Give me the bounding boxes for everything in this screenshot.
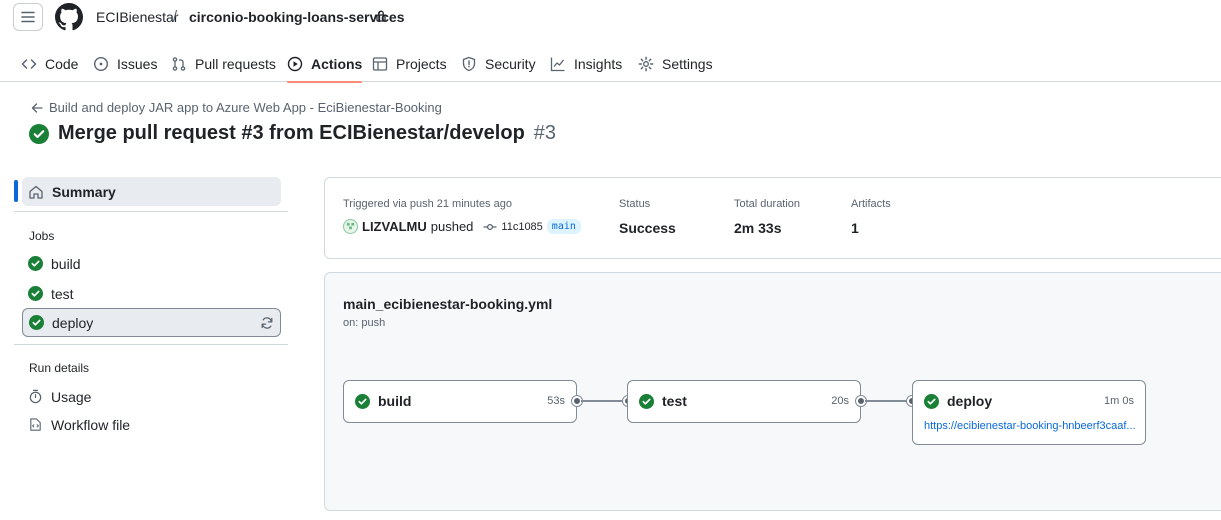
tab-insights[interactable]: Insights	[550, 46, 622, 82]
workflow-trigger: on: push	[343, 317, 386, 329]
deploy-url-link[interactable]: https://ecibienestar-booking-hnbeerf3caa…	[924, 420, 1136, 432]
tab-code-label: Code	[45, 56, 79, 72]
sync-icon[interactable]	[260, 316, 274, 330]
sidebar-jobs-heading: Jobs	[29, 229, 55, 243]
sidebar-item-workflow-file[interactable]: Workflow file	[22, 410, 281, 439]
graph-job-build-name: build	[378, 393, 412, 409]
sidebar-item-job-test[interactable]: test	[22, 279, 281, 308]
selection-indicator	[14, 180, 18, 202]
status-value: Success	[619, 220, 676, 236]
check-circle-fill-icon	[355, 393, 370, 409]
avatar[interactable]	[343, 219, 358, 234]
tab-security-label: Security	[485, 56, 536, 72]
graph-job-test[interactable]: test 20s	[627, 380, 861, 423]
sidebar-summary-label: Summary	[52, 183, 116, 200]
check-circle-fill-icon	[28, 286, 43, 301]
tab-insights-label: Insights	[574, 56, 623, 72]
duration-value: 2m 33s	[734, 220, 782, 236]
file-code-icon	[30, 418, 41, 431]
sidebar-item-job-deploy[interactable]: deploy	[22, 308, 281, 337]
graph-job-test-duration: 20s	[831, 395, 849, 407]
check-circle-fill-icon	[924, 393, 939, 409]
sidebar-item-summary[interactable]: Summary	[22, 177, 281, 206]
run-title: Merge pull request #3 from ECIBienestar/…	[58, 122, 525, 144]
tab-actions-label: Actions	[311, 56, 363, 72]
sidebar-divider	[14, 211, 288, 212]
home-icon	[29, 185, 43, 199]
repo-nav-tabs: Code Issues Pull requests Actions Projec…	[0, 46, 1221, 83]
table-icon	[372, 56, 388, 72]
page-title: Merge pull request #3 from ECIBienestar/…	[29, 122, 556, 145]
graph-job-deploy-name: deploy	[947, 393, 993, 409]
triggered-label: Triggered via push 21 minutes ago	[343, 198, 512, 210]
code-icon	[21, 56, 37, 72]
tab-pull-requests[interactable]: Pull requests	[171, 46, 276, 82]
commit-sha[interactable]: 11c1085	[501, 221, 542, 233]
workflow-name: Build and deploy JAR app to Azure Web Ap…	[49, 100, 442, 115]
arrow-left-icon	[31, 102, 43, 113]
run-summary-card: Triggered via push 21 minutes ago LIZVAL…	[324, 177, 1221, 259]
actor-name[interactable]: LIZVALMU	[362, 219, 427, 234]
tab-security[interactable]: Security	[461, 46, 536, 82]
run-number: #3	[533, 122, 557, 144]
tab-issues-label: Issues	[117, 56, 158, 72]
artifacts-label: Artifacts	[851, 198, 891, 210]
menu-button[interactable]	[13, 3, 43, 31]
git-pull-request-icon	[171, 56, 187, 72]
sidebar-divider	[14, 344, 288, 345]
check-circle-fill-icon	[29, 123, 49, 144]
graph-icon	[550, 56, 566, 72]
git-commit-icon	[483, 223, 497, 230]
play-icon	[287, 56, 303, 72]
job-deploy-label: deploy	[52, 314, 94, 331]
connector-line	[581, 400, 623, 402]
shield-icon	[461, 56, 477, 72]
sidebar-item-usage[interactable]: Usage	[22, 382, 281, 411]
workflow-graph: main_ecibienestar-booking.yml on: push b…	[324, 272, 1221, 511]
push-action: pushed	[430, 219, 474, 234]
duration-label: Total duration	[734, 198, 801, 210]
tab-actions[interactable]: Actions	[287, 46, 363, 83]
hamburger-icon	[21, 11, 35, 23]
tab-settings[interactable]: Settings	[638, 46, 713, 82]
tab-code[interactable]: Code	[21, 46, 78, 82]
trigger-details: LIZVALMU pushed 11c1085 main	[343, 219, 581, 234]
stopwatch-icon	[29, 389, 42, 404]
tab-settings-label: Settings	[662, 56, 713, 72]
workflow-back-link[interactable]: Build and deploy JAR app to Azure Web Ap…	[31, 100, 442, 115]
check-circle-fill-icon	[29, 315, 44, 330]
workflow-file-label: Workflow file	[51, 416, 131, 433]
artifacts-value[interactable]: 1	[851, 220, 859, 236]
tab-projects[interactable]: Projects	[372, 46, 447, 82]
tab-projects-label: Projects	[396, 56, 447, 72]
job-build-label: build	[51, 255, 81, 272]
graph-job-build[interactable]: build 53s	[343, 380, 577, 423]
tab-issues[interactable]: Issues	[93, 46, 157, 82]
issue-opened-icon	[93, 56, 109, 72]
sidebar-run-details-heading: Run details	[29, 361, 90, 375]
tab-pull-requests-label: Pull requests	[195, 56, 276, 72]
status-label: Status	[619, 198, 651, 210]
github-logo-icon[interactable]	[55, 3, 83, 31]
graph-job-build-duration: 53s	[547, 395, 565, 407]
breadcrumb-owner[interactable]: ECIBienestar	[96, 9, 178, 25]
graph-job-deploy-duration: 1m 0s	[1104, 395, 1134, 407]
graph-job-test-name: test	[662, 393, 687, 409]
lock-icon	[376, 10, 386, 22]
branch-badge[interactable]: main	[546, 219, 581, 234]
check-circle-fill-icon	[28, 256, 43, 271]
breadcrumb-repo[interactable]: circonio-booking-loans-services	[189, 9, 405, 25]
check-circle-fill-icon	[639, 393, 654, 409]
graph-job-deploy[interactable]: deploy 1m 0s https://ecibienestar-bookin…	[912, 380, 1146, 445]
gear-icon	[638, 56, 654, 72]
job-test-label: test	[51, 285, 74, 302]
breadcrumb-separator: /	[173, 8, 178, 25]
connector-line	[865, 400, 908, 402]
sidebar-item-job-build[interactable]: build	[22, 249, 281, 278]
workflow-file-name: main_ecibienestar-booking.yml	[343, 296, 553, 312]
usage-label: Usage	[51, 388, 92, 405]
